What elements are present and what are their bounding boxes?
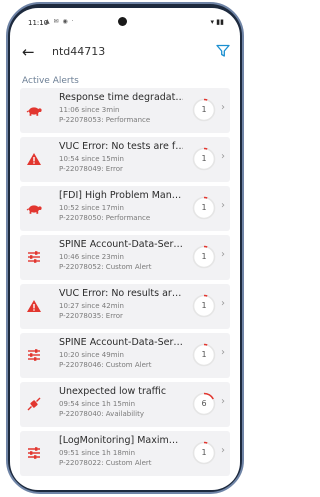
alert-card[interactable]: [LogMonitoring] Maxim… 09:51 since 1h 18… [20, 431, 230, 476]
alert-card[interactable]: Response time degradat… 11:06 since 3min… [20, 88, 230, 133]
alert-card[interactable]: SPINE Account-Data-Ser… 10:46 since 23mi… [20, 235, 230, 280]
alert-title: SPINE Account-Data-Ser… [59, 239, 183, 250]
camera-icon [118, 17, 127, 26]
chevron-right-icon[interactable]: › [221, 151, 225, 162]
alert-title: Unexpected low traffic [59, 386, 167, 397]
sliders-icon [28, 447, 40, 459]
sliders-icon [28, 349, 40, 361]
alert-title: VUC Error: No tests are f… [59, 141, 183, 152]
alert-title: [LogMonitoring] Maxim… [59, 435, 179, 446]
chevron-right-icon[interactable]: › [221, 102, 225, 113]
turtle-icon [26, 205, 42, 214]
chevron-right-icon[interactable]: › [221, 298, 225, 309]
alert-title: Response time degradat… [59, 92, 183, 103]
plug-icon [27, 397, 41, 411]
sliders-icon [28, 251, 40, 263]
occurrence-count: 1 [201, 154, 207, 163]
alert-problem-id: P-22078022: Custom Alert [59, 459, 152, 467]
page-title: ntd44713 [52, 45, 106, 58]
occurrence-count: 1 [201, 105, 207, 114]
occurrence-count: 1 [201, 448, 207, 457]
alert-time: 10:52 since 17min [59, 204, 124, 212]
app-bar: ← ntd44713 [10, 41, 240, 69]
alert-time: 11:06 since 3min [59, 106, 120, 114]
alert-time: 10:20 since 49min [59, 351, 124, 359]
warning-triangle-icon [27, 153, 41, 165]
warning-triangle-icon [27, 300, 41, 312]
filter-icon[interactable] [216, 44, 230, 58]
occurrence-count: 1 [201, 350, 207, 359]
alert-problem-id: P-22078053: Performance [59, 116, 151, 124]
notification-icons: ▲ ✉ ◉ · [45, 18, 75, 25]
alert-time: 10:54 since 15min [59, 155, 124, 163]
alert-time: 10:46 since 23min [59, 253, 124, 261]
alert-title: VUC Error: No results ar… [59, 288, 182, 299]
occurrence-count: 1 [201, 252, 207, 261]
alert-problem-id: P-22078046: Custom Alert [59, 361, 152, 369]
alert-title: SPINE Account-Data-Ser… [59, 337, 183, 348]
occurrence-count: 1 [201, 203, 207, 212]
section-title: Active Alerts [22, 76, 79, 86]
alert-card[interactable]: VUC Error: No results ar… 10:27 since 42… [20, 284, 230, 329]
alert-card[interactable]: VUC Error: No tests are f… 10:54 since 1… [20, 137, 230, 182]
alert-time: 09:54 since 1h 15min [59, 400, 136, 408]
occurrence-count: 1 [201, 301, 207, 310]
chevron-right-icon[interactable]: › [221, 347, 225, 358]
alert-problem-id: P-22078049: Error [59, 165, 123, 173]
alert-card[interactable]: Unexpected low traffic 09:54 since 1h 15… [20, 382, 230, 427]
alert-problem-id: P-22078052: Custom Alert [59, 263, 152, 271]
alert-card[interactable]: SPINE Account-Data-Ser… 10:20 since 49mi… [20, 333, 230, 378]
back-arrow-icon[interactable]: ← [22, 43, 35, 61]
chevron-right-icon[interactable]: › [221, 249, 225, 260]
alert-title: [FDI] High Problem Man… [59, 190, 182, 201]
alert-card[interactable]: [FDI] High Problem Man… 10:52 since 17mi… [20, 186, 230, 231]
chevron-right-icon[interactable]: › [221, 396, 225, 407]
status-bar: 11:10 ▲ ✉ ◉ · ▾ ▮▮ [10, 8, 240, 36]
alert-problem-id: P-22078050: Performance [59, 214, 151, 222]
turtle-icon [26, 107, 42, 116]
chevron-right-icon[interactable]: › [221, 200, 225, 211]
chevron-right-icon[interactable]: › [221, 445, 225, 456]
occurrence-count: 6 [201, 399, 207, 408]
alert-time: 09:51 since 1h 18min [59, 449, 136, 457]
device-frame: 11:10 ▲ ✉ ◉ · ▾ ▮▮ ← ntd44713 Active Ale… [0, 0, 250, 497]
alert-problem-id: P-22078035: Error [59, 312, 123, 320]
signal-battery-icons: ▾ ▮▮ [210, 18, 224, 26]
alert-time: 10:27 since 42min [59, 302, 124, 310]
alert-problem-id: P-22078040: Availability [59, 410, 144, 418]
phone-screen: 11:10 ▲ ✉ ◉ · ▾ ▮▮ ← ntd44713 Active Ale… [10, 8, 240, 490]
